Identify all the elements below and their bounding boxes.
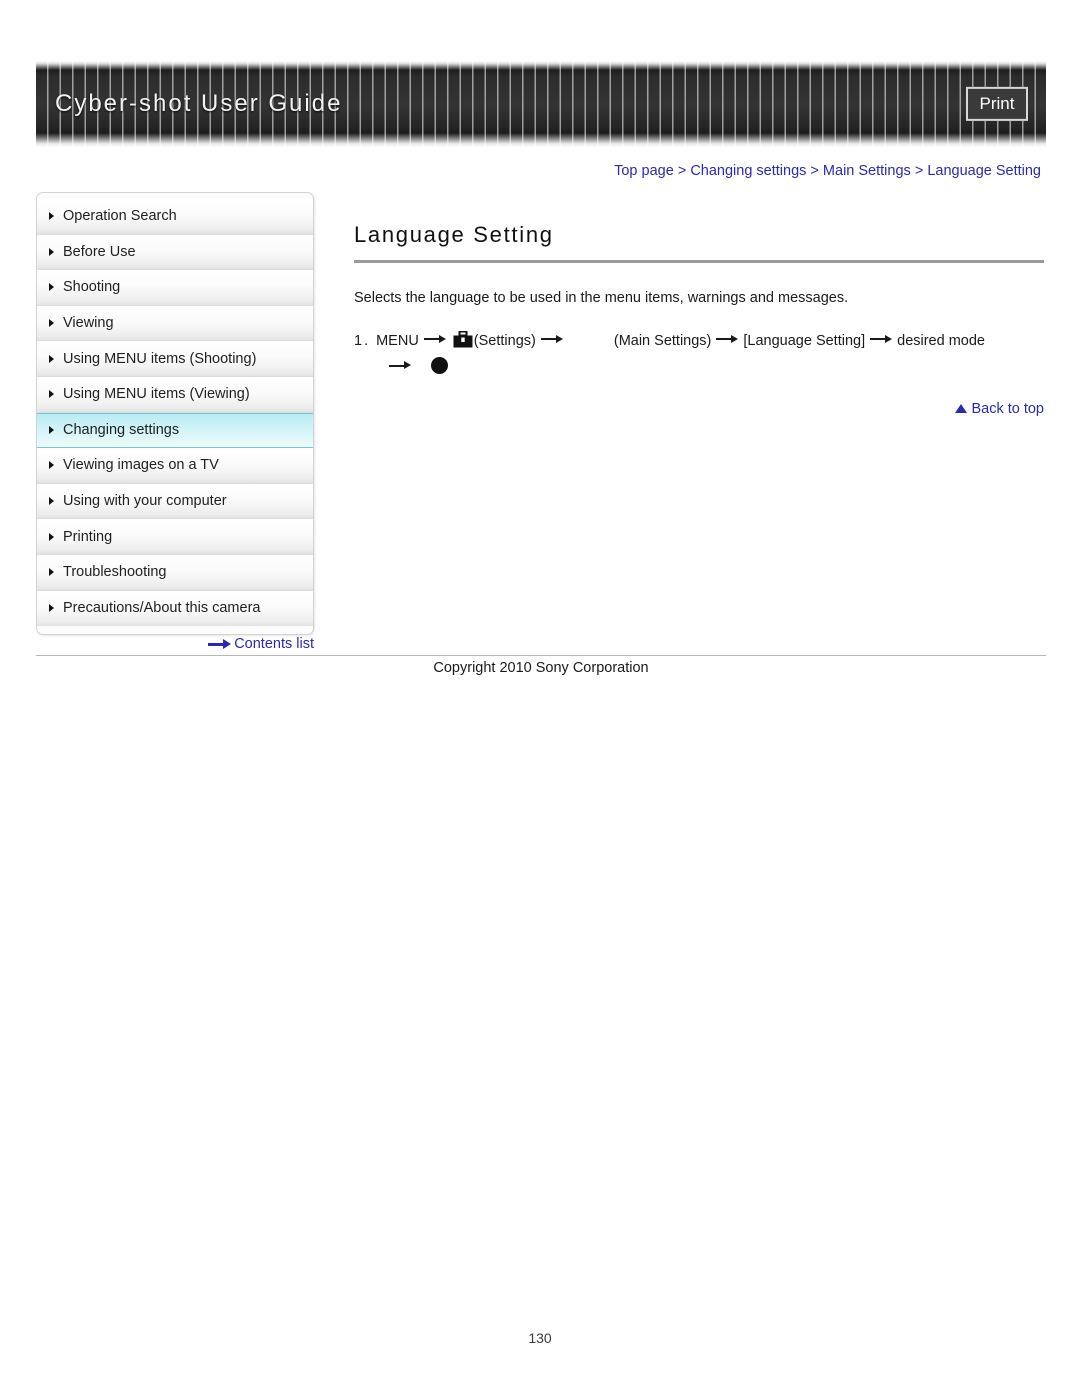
breadcrumb-separator: >	[677, 163, 687, 179]
triangle-right-icon	[49, 212, 54, 221]
breadcrumb-separator: >	[810, 163, 819, 179]
arrow-right-icon	[540, 334, 563, 344]
breadcrumb-item-language-setting[interactable]: Language Setting	[927, 163, 1041, 179]
step-main-settings-label: (Main Settings)	[613, 332, 712, 349]
banner-bottom-fade	[36, 133, 1046, 147]
step-instruction-line-1: 1. MENU (Settings) (Main Settings) [Language…	[354, 330, 1044, 352]
sidebar-item-using-with-your-computer[interactable]: Using with your computer	[37, 483, 313, 520]
step-menu-label: MENU	[376, 332, 419, 349]
sidebar-item-precautions-about-this-camera[interactable]: Precautions/About this camera	[37, 590, 313, 627]
arrow-right-icon	[208, 639, 232, 649]
sidebar-item-printing[interactable]: Printing	[37, 519, 313, 555]
triangle-right-icon	[49, 497, 54, 506]
arrow-right-icon	[870, 334, 893, 344]
sidebar-item-label: Viewing	[63, 315, 114, 332]
back-to-top-link[interactable]: Back to top	[354, 401, 1044, 417]
triangle-right-icon	[49, 461, 54, 470]
sidebar-item-label: Operation Search	[63, 208, 177, 225]
sidebar-item-using-menu-items-shooting[interactable]: Using MENU items (Shooting)	[37, 341, 313, 377]
triangle-right-icon	[49, 532, 54, 541]
page-number: 130	[528, 1330, 552, 1346]
app-title: Cyber-shot User Guide	[55, 90, 343, 117]
main-content: Language Setting Selects the language to…	[354, 222, 1044, 379]
sidebar-item-label: Troubleshooting	[63, 564, 167, 581]
sidebar-item-operation-search[interactable]: Operation Search	[37, 199, 313, 235]
triangle-right-icon	[49, 568, 54, 577]
triangle-right-icon	[49, 390, 54, 399]
sidebar-item-troubleshooting[interactable]: Troubleshooting	[37, 554, 313, 591]
contents-list-link[interactable]: Contents list	[36, 636, 314, 652]
toolbox-settings-icon	[453, 330, 473, 348]
step-desired-mode-label: desired mode	[897, 332, 985, 349]
sidebar-item-label: Using with your computer	[63, 493, 227, 510]
breadcrumb-item-top-page[interactable]: Top page	[614, 163, 674, 179]
sidebar-item-viewing[interactable]: Viewing	[37, 305, 313, 342]
arrow-right-icon	[716, 334, 739, 344]
sidebar-item-label: Printing	[63, 528, 113, 545]
sidebar-item-label: Shooting	[63, 279, 121, 296]
triangle-right-icon	[49, 426, 54, 435]
banner-top-fade	[36, 61, 1046, 70]
sidebar-item-viewing-images-on-a-tv[interactable]: Viewing images on a TV	[37, 448, 313, 484]
step-number: 1.	[354, 332, 371, 349]
sidebar-item-using-menu-items-viewing[interactable]: Using MENU items (Viewing)	[37, 376, 313, 413]
title-divider	[354, 260, 1044, 263]
sidebar-item-shooting[interactable]: Shooting	[37, 270, 313, 306]
breadcrumb: Top page > Changing settings > Main Sett…	[0, 163, 1041, 179]
triangle-right-icon	[49, 604, 54, 613]
triangle-right-icon	[49, 247, 54, 256]
copyright-text: Copyright 2010 Sony Corporation	[433, 660, 649, 676]
step-instruction-line-2	[354, 356, 1044, 378]
triangle-right-icon	[49, 283, 54, 292]
intro-description: Selects the language to be used in the m…	[354, 290, 849, 306]
sidebar-item-label: Using MENU items (Viewing)	[63, 386, 250, 403]
contents-list-label: Contents list	[234, 636, 314, 652]
step-settings-label: (Settings)	[473, 332, 536, 349]
sidebar-item-label: Precautions/About this camera	[63, 600, 261, 617]
footer-divider	[36, 655, 1046, 656]
breadcrumb-item-main-settings[interactable]: Main Settings	[823, 163, 911, 179]
step-language-setting-label: [Language Setting]	[743, 332, 866, 349]
sidebar-item-label: Changing settings	[63, 422, 180, 439]
arrow-right-icon	[389, 361, 411, 370]
control-button-circle-icon	[431, 357, 448, 375]
arrow-right-icon	[423, 334, 446, 344]
back-to-top-label: Back to top	[971, 401, 1044, 417]
sidebar-item-changing-settings[interactable]: Changing settings	[37, 412, 313, 449]
app-header-banner: Cyber-shot User Guide Print	[36, 61, 1046, 147]
sidebar-navigation: Operation Search Before Use Shooting Vie…	[36, 192, 314, 636]
breadcrumb-separator: >	[914, 163, 924, 179]
breadcrumb-item-changing-settings[interactable]: Changing settings	[690, 163, 806, 179]
sidebar-item-label: Viewing images on a TV	[63, 457, 219, 474]
sidebar-item-before-use[interactable]: Before Use	[37, 234, 313, 271]
print-button[interactable]: Print	[966, 86, 1028, 122]
triangle-right-icon	[49, 354, 54, 363]
sidebar-item-label: Before Use	[63, 243, 136, 260]
triangle-right-icon	[49, 319, 54, 328]
page-title: Language Setting	[354, 222, 554, 247]
sidebar-item-label: Using MENU items (Shooting)	[63, 350, 257, 367]
triangle-up-icon	[955, 404, 968, 413]
